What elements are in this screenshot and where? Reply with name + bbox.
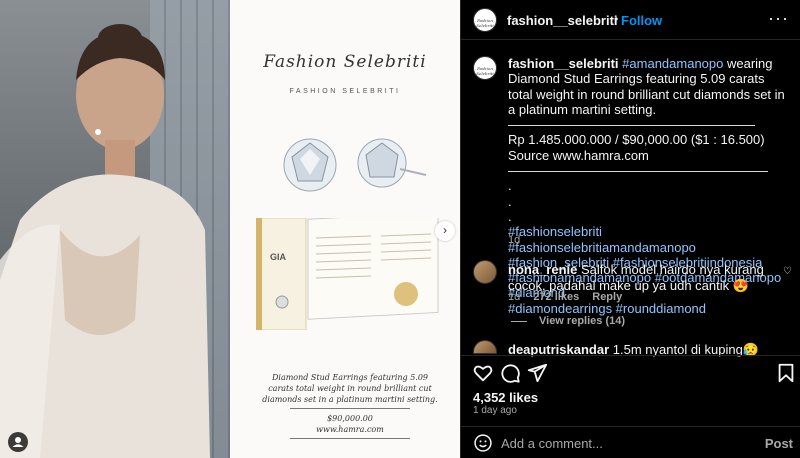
gia-certificate-image <box>256 218 439 330</box>
comment-body: nona_renie Salfok model hairdo nya kuran… <box>508 262 773 293</box>
avatar[interactable] <box>473 260 497 284</box>
certificate-label: GIA <box>270 252 287 262</box>
comment-composer: Post <box>461 426 800 458</box>
caption-rule: ———————————————————— <box>508 163 768 179</box>
product-site: www.hamra.com <box>316 425 384 434</box>
comment-input[interactable] <box>501 435 741 451</box>
product-caption-line: diamonds set in a platinum martini setti… <box>262 395 438 404</box>
caption-price: Rp 1.485.000.000 / $90,000.00 ($1 : 16.5… <box>508 132 765 148</box>
caption-age[interactable]: 1d <box>508 234 520 246</box>
caption-source: Source www.hamra.com <box>508 147 649 163</box>
separator-dot: • <box>614 12 619 26</box>
divider <box>290 438 410 439</box>
replies-line <box>511 320 527 322</box>
post-header: Fashion Selebriti fashion__selebriti • F… <box>461 0 800 40</box>
avatar[interactable]: Fashion Selebriti <box>473 56 497 80</box>
product-caption-line: Diamond Stud Earrings featuring 5.09 <box>271 373 429 382</box>
product-price: $90,000.00 <box>327 414 373 423</box>
brand-script-title: Fashion Selebriti <box>263 52 427 72</box>
heart-icon[interactable]: ♡ <box>783 266 792 277</box>
brand-caps-subtitle: FASHION SELEBRITI <box>289 88 401 95</box>
product-graphic: Fashion Selebriti FASHION SELEBRITI GIA … <box>230 0 460 458</box>
post-age[interactable]: 1 day ago <box>473 405 517 416</box>
user-tag-icon[interactable] <box>8 432 28 452</box>
post-details-panel: Fashion Selebriti fashion__selebriti • F… <box>460 0 800 458</box>
avatar[interactable] <box>473 340 497 354</box>
view-replies-button[interactable]: View replies (14) <box>511 315 625 327</box>
chevron-right-icon[interactable]: › <box>435 221 455 241</box>
product-description: Diamond Stud Earrings featuring 5.09 car… <box>260 372 440 442</box>
divider <box>290 408 410 409</box>
likes-count[interactable]: 4,352 likes <box>473 390 538 405</box>
post-media[interactable]: Fashion Selebriti FASHION SELEBRITI GIA … <box>0 0 460 458</box>
header-username[interactable]: fashion__selebriti <box>507 13 618 28</box>
share-icon[interactable] <box>526 362 548 384</box>
view-replies-label: View replies (14) <box>539 315 626 327</box>
comment-username[interactable]: nona_renie <box>508 262 577 277</box>
comment-likes[interactable]: 272 likes <box>533 291 579 303</box>
product-caption-line: carats total weight in round brilliant c… <box>268 384 432 393</box>
caption-dot: . <box>508 178 512 194</box>
emoji-icon[interactable] <box>473 433 493 453</box>
instagram-post-view: Fashion Selebriti FASHION SELEBRITI GIA … <box>0 0 800 458</box>
post-comment-button[interactable]: Post <box>765 436 793 451</box>
bookmark-icon[interactable] <box>775 362 797 384</box>
caption-rule: ——————————————————— <box>508 117 755 133</box>
model-figure <box>0 24 210 458</box>
hashtag-line[interactable]: #diamondearrings #rounddiamond <box>508 301 790 316</box>
caption-username[interactable]: fashion__selebriti <box>508 56 619 71</box>
comment-age[interactable]: 1d <box>508 291 520 303</box>
mention-link[interactable]: #amandamanopo <box>622 56 723 71</box>
model-photo <box>0 0 230 458</box>
caption-dot: . <box>508 193 512 209</box>
reply-button[interactable]: Reply <box>592 291 622 303</box>
comment-meta: 1d 272 likes Reply <box>508 291 632 303</box>
follow-button[interactable]: Follow <box>621 13 662 28</box>
avatar[interactable]: Fashion Selebriti <box>473 8 497 32</box>
hashtag-line[interactable]: #fashionselebriti #fashionselebritiamand… <box>508 224 790 255</box>
caption-dot: . <box>508 208 512 224</box>
heart-icon[interactable] <box>472 362 494 384</box>
more-horizontal-icon[interactable]: ··· <box>768 8 789 29</box>
comment-icon[interactable] <box>499 362 521 384</box>
diamond-earrings-image <box>283 138 427 192</box>
